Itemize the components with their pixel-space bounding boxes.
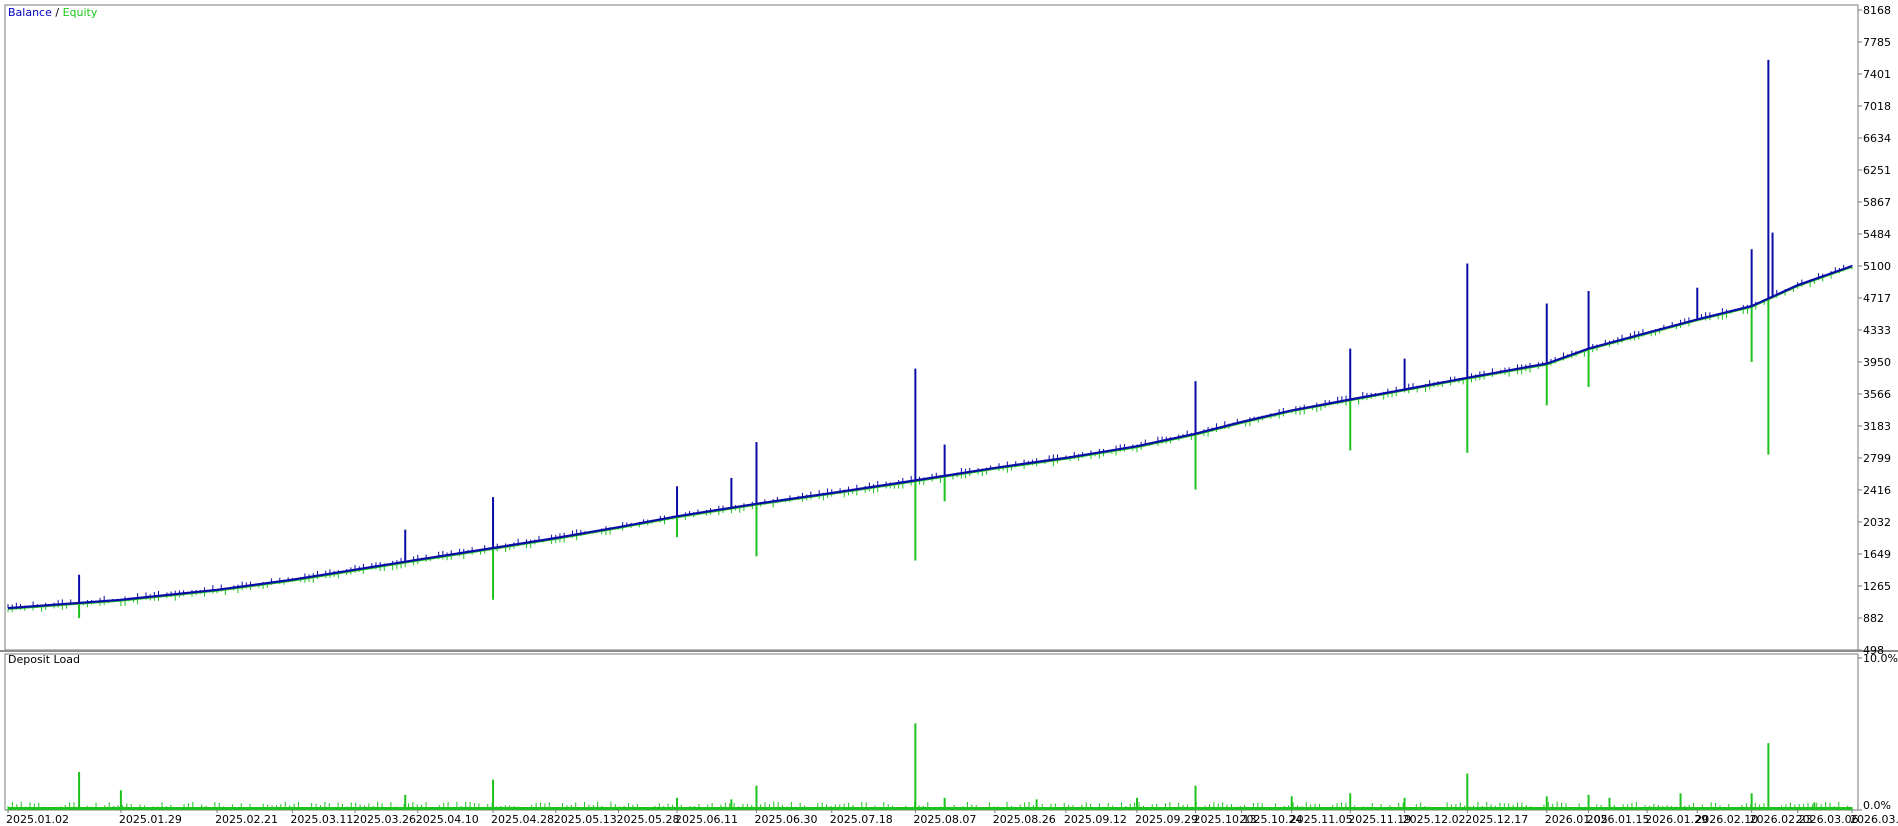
main-panel-frame — [4, 4, 1859, 651]
x-tick-label: 2025.11.05 — [1290, 813, 1353, 826]
x-tick-label: 2026.03.19 — [1850, 813, 1898, 826]
x-tick-label: 2025.01.02 — [6, 813, 69, 826]
legend: Balance / Equity — [8, 6, 98, 19]
x-tick-label: 2025.09.29 — [1135, 813, 1198, 826]
y-tick-label: 1649 — [1863, 548, 1891, 561]
y-tick-label: 2032 — [1863, 516, 1891, 529]
x-tick-label: 2025.02.21 — [215, 813, 278, 826]
y-axis-ticks: 8168 7785 7401 7018 6634 6251 5867 5484 5100 4717… — [1858, 4, 1891, 657]
x-tick-label: 2025.03.11 — [290, 813, 353, 826]
x-tick-label: 2025.06.11 — [675, 813, 738, 826]
legend-separator: / — [52, 6, 63, 19]
y-tick-label: 7785 — [1863, 36, 1891, 49]
y-tick-label: 6634 — [1863, 132, 1891, 145]
x-tick-label: 2025.12.02 — [1403, 813, 1466, 826]
load-tick-label: 10.0% — [1863, 652, 1898, 665]
svg-text:Balance / Equity: Balance / Equity — [8, 6, 98, 19]
x-tick-label: 2025.09.12 — [1064, 813, 1127, 826]
x-tick-label: 2025.03.26 — [353, 813, 416, 826]
deposit-load-axis: 10.0% 0.0% — [1858, 652, 1898, 812]
balance-equity-chart: Balance / Equity Deposit Load 8168 7785 74… — [0, 4, 1898, 826]
x-tick-label: 2025.06.30 — [754, 813, 817, 826]
legend-equity: Equity — [63, 6, 98, 19]
x-tick-label: 2025.01.29 — [119, 813, 182, 826]
y-tick-label: 4717 — [1863, 292, 1891, 305]
y-tick-label: 5484 — [1863, 228, 1891, 241]
y-tick-label: 5100 — [1863, 260, 1891, 273]
y-tick-label: 3950 — [1863, 356, 1891, 369]
y-tick-label: 2799 — [1863, 452, 1891, 465]
equity-line — [7, 265, 1853, 610]
x-tick-label: 2026.01.15 — [1587, 813, 1650, 826]
x-tick-label: 2025.04.28 — [491, 813, 554, 826]
y-tick-label: 8168 — [1863, 4, 1891, 17]
deposit-load-panel-frame — [4, 653, 1859, 811]
x-tick-label: 2025.05.28 — [616, 813, 679, 826]
equity-series — [7, 265, 1853, 619]
x-tick-label: 2025.04.10 — [416, 813, 479, 826]
x-tick-label: 2025.08.26 — [993, 813, 1056, 826]
deposit-load-title: Deposit Load — [8, 653, 80, 666]
y-tick-label: 7018 — [1863, 100, 1891, 113]
x-tick-label: 2025.12.17 — [1465, 813, 1528, 826]
y-tick-label: 2416 — [1863, 484, 1891, 497]
y-tick-label: 7401 — [1863, 68, 1891, 81]
x-tick-label: 2025.08.07 — [913, 813, 976, 826]
y-tick-label: 4333 — [1863, 324, 1891, 337]
y-tick-label: 882 — [1863, 612, 1884, 625]
y-tick-label: 1265 — [1863, 580, 1891, 593]
deposit-load-series — [7, 723, 1853, 810]
balance-line — [7, 264, 1853, 610]
legend-balance: Balance — [8, 6, 52, 19]
y-tick-label: 5867 — [1863, 196, 1891, 209]
load-tick-label: 0.0% — [1863, 799, 1891, 812]
y-tick-label: 6251 — [1863, 164, 1891, 177]
balance-series — [7, 59, 1853, 610]
x-axis-ticks: 2025.01.02 2025.01.29 2025.02.21 2025.03.11… — [6, 810, 1898, 826]
y-tick-label: 3566 — [1863, 388, 1891, 401]
y-tick-label: 3183 — [1863, 420, 1891, 433]
x-tick-label: 2025.07.18 — [830, 813, 893, 826]
x-tick-label: 2025.05.13 — [554, 813, 617, 826]
